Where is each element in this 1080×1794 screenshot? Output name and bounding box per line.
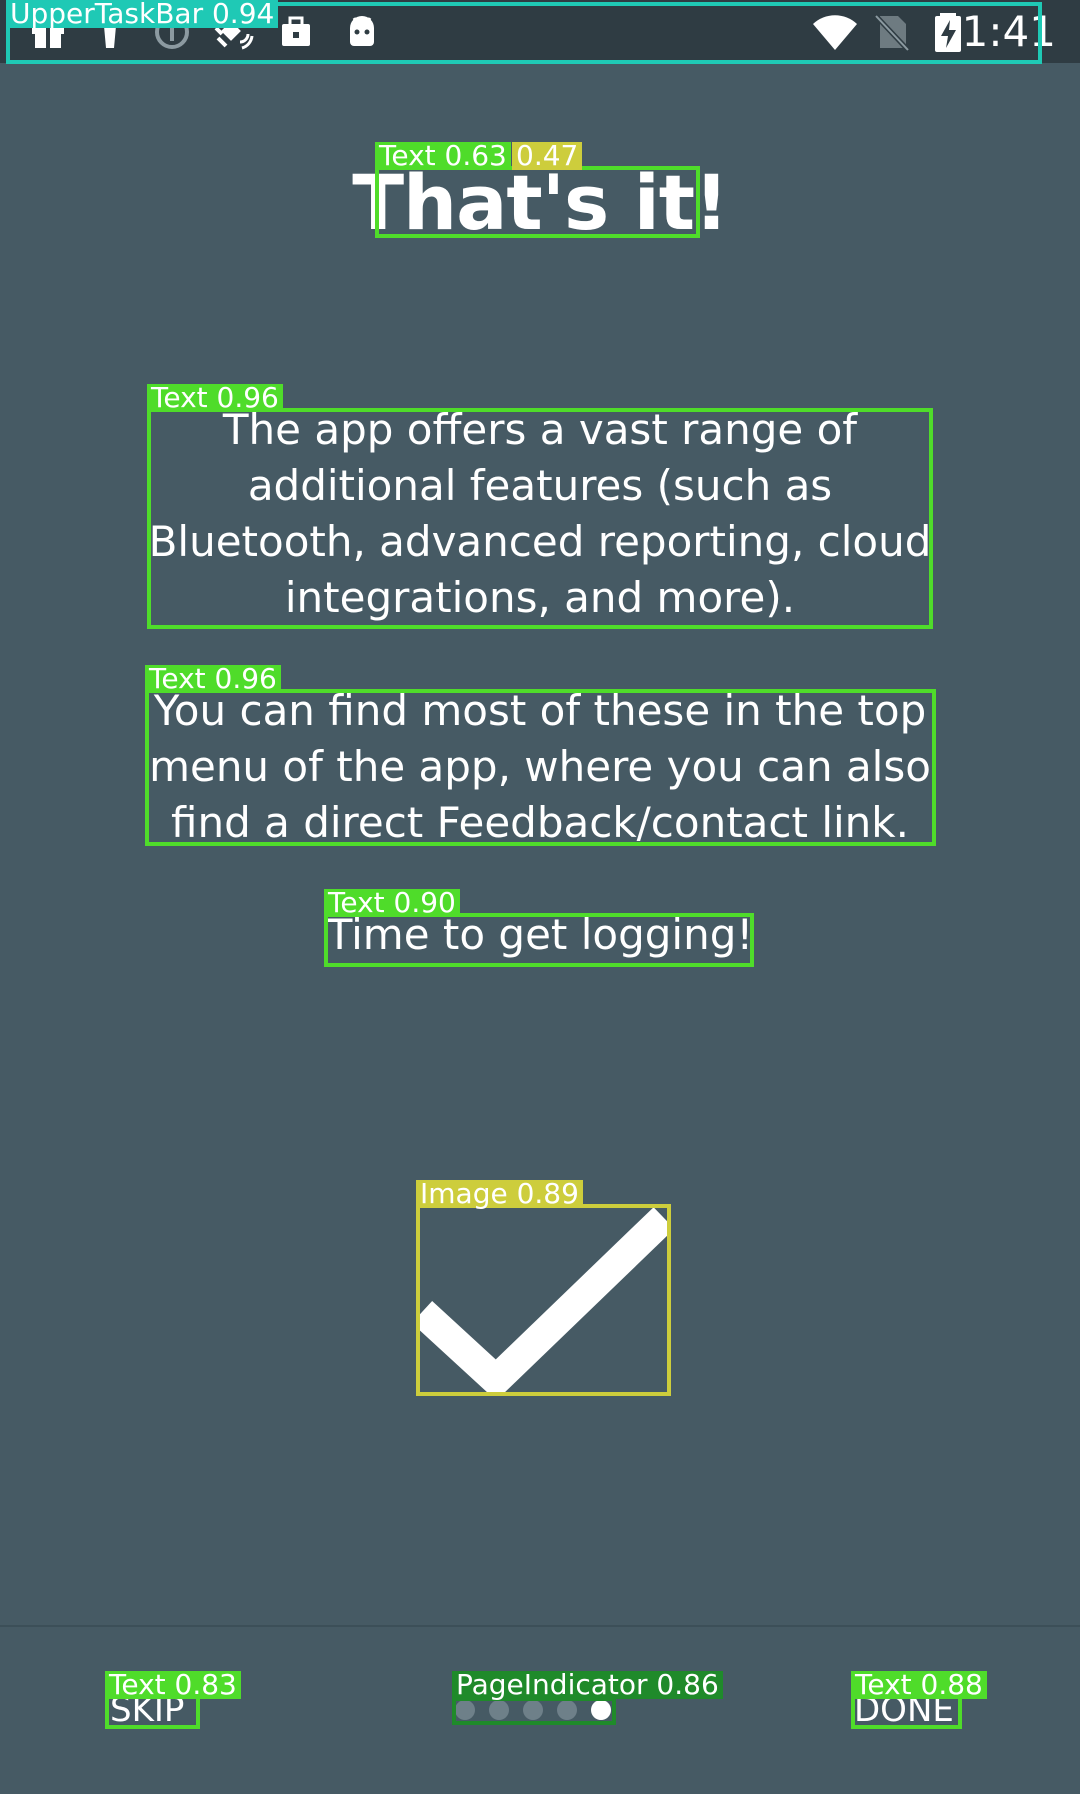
no-sim-icon: [874, 14, 910, 52]
annotation-label-status-bar: UpperTaskBar 0.94: [6, 0, 279, 28]
page-dot-1[interactable]: [455, 1700, 475, 1720]
annotation-label-title: Text 0.63: [375, 142, 511, 170]
page-dot-2[interactable]: [489, 1700, 509, 1720]
clock-time: 1:41: [961, 7, 1056, 56]
page-dot-3[interactable]: [523, 1700, 543, 1720]
wifi-icon: [813, 15, 857, 50]
bottom-divider: [0, 1625, 1080, 1627]
briefcase-icon: [282, 16, 310, 46]
annotation-label-done: Text 0.88: [851, 1671, 987, 1699]
page-dot-4[interactable]: [557, 1700, 577, 1720]
annotation-label-paragraph-1: Text 0.96: [147, 384, 283, 412]
features-description: The app offers a vast range of additiona…: [148, 405, 932, 622]
checkmark-icon: [418, 1207, 670, 1396]
annotation-label-paragraph-2: Text 0.96: [145, 665, 281, 693]
annotation-label-skip: Text 0.83: [105, 1671, 241, 1699]
page-indicator: [455, 1699, 615, 1721]
annotation-label-title-secondary: 0.47: [512, 142, 583, 170]
annotation-label-page-indicator: PageIndicator 0.86: [452, 1671, 723, 1699]
annotation-label-paragraph-3: Text 0.90: [324, 889, 460, 917]
menu-description: You can find most of these in the top me…: [149, 686, 931, 847]
page-dot-5-active[interactable]: [591, 1700, 611, 1720]
android-icon: [350, 16, 374, 46]
annotation-label-image: Image 0.89: [416, 1180, 583, 1208]
